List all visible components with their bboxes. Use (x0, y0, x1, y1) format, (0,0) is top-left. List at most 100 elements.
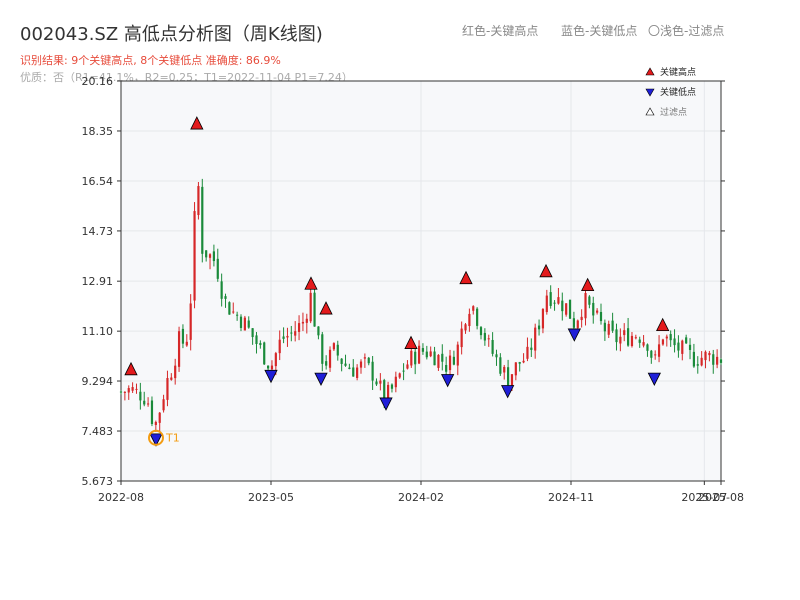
candle-body (201, 186, 204, 254)
candle-body (638, 339, 641, 343)
candle-body (615, 329, 618, 343)
candle-body (286, 335, 289, 338)
candle-body (483, 332, 486, 341)
candle-body (146, 403, 150, 405)
y-tick-label: 20.16 (82, 75, 114, 88)
candle-body (603, 322, 606, 332)
candle-body (162, 399, 165, 411)
candle-body (673, 338, 676, 346)
candle-body (607, 323, 610, 335)
candle-body (263, 342, 266, 365)
candle-body (464, 324, 467, 331)
candle-body (557, 297, 560, 304)
candle-body (406, 364, 409, 369)
candle-body (634, 337, 637, 339)
candle-body (491, 339, 494, 354)
candle-body (243, 317, 246, 331)
candle-body (410, 350, 413, 366)
candle-body (452, 356, 456, 365)
candle-body (402, 370, 405, 372)
candle-body (189, 303, 192, 340)
candle-body (565, 303, 568, 315)
candle-body (317, 326, 320, 336)
candle-body (696, 364, 699, 366)
candle-body (301, 321, 305, 324)
candle-body (216, 258, 219, 279)
candle-body (270, 365, 274, 370)
candle-body (158, 412, 161, 423)
candle-body (700, 357, 703, 366)
candle-body (650, 350, 653, 358)
candle-body (398, 373, 401, 378)
candle-body (278, 339, 281, 354)
candle-body (371, 361, 374, 381)
candle-body (472, 306, 475, 311)
candle-body (220, 281, 223, 299)
candle-body (197, 186, 200, 216)
candle-body (367, 357, 370, 364)
candle-body (313, 292, 316, 327)
candle-body (487, 338, 490, 340)
candle-body (143, 400, 146, 405)
y-tick-label: 9.294 (82, 375, 114, 388)
y-tick-label: 11.10 (82, 325, 114, 338)
candle-body (185, 341, 188, 346)
candle-body (592, 302, 595, 316)
candle-body (719, 359, 723, 363)
candle-body (479, 327, 483, 336)
candle-body (348, 367, 351, 369)
y-tick-label: 14.73 (82, 225, 114, 238)
candle-body (692, 351, 696, 367)
candle-body (623, 330, 626, 336)
candle-body (255, 335, 258, 344)
x-tick-label: 2024-11 (548, 491, 594, 504)
candle-body (394, 376, 397, 388)
candle-body (445, 364, 448, 372)
candle-body (414, 351, 417, 365)
candle-body (379, 380, 382, 384)
candle-body (704, 351, 707, 361)
candle-body (441, 353, 444, 362)
candle-body (688, 344, 692, 350)
candle-body (514, 362, 517, 376)
candle-body (553, 302, 556, 304)
candle-body (290, 332, 293, 334)
legend-label: 关键低点 (660, 86, 696, 98)
candle-body (588, 296, 591, 305)
candle-body (251, 328, 254, 338)
candle-body (340, 358, 343, 364)
x-tick-label: 2022-08 (98, 491, 144, 504)
candle-body (232, 311, 235, 313)
candle-body (224, 296, 227, 299)
candle-body (596, 310, 599, 313)
x-tick-label: 2025-08 (698, 491, 744, 504)
candle-body (716, 356, 719, 365)
candle-body (208, 254, 212, 258)
legend-label: 过滤点 (660, 106, 687, 118)
candle-body (549, 292, 552, 306)
candle-body (541, 309, 545, 329)
candle-body (170, 377, 173, 380)
legend-label: 关键高点 (660, 66, 696, 78)
candle-body (174, 365, 177, 379)
y-tick-label: 5.673 (82, 475, 114, 488)
legend-high-icon (645, 67, 655, 76)
candle-body (712, 354, 715, 365)
x-tick-label: 2024-02 (398, 491, 444, 504)
y-tick-label: 18.35 (82, 125, 114, 138)
candle-body (661, 339, 665, 345)
candle-body (425, 351, 428, 358)
candle-body (510, 374, 514, 387)
candle-body (584, 293, 587, 319)
candle-body (177, 331, 181, 367)
candle-body (626, 328, 630, 346)
candle-body (421, 348, 425, 352)
candle-body (476, 308, 479, 326)
candle-body (119, 391, 123, 393)
candle-body (259, 343, 262, 346)
t1-marker-label: T1 (165, 432, 180, 445)
candle-body (468, 313, 471, 327)
candle-body (685, 337, 688, 344)
candle-body (193, 211, 196, 301)
candle-body (154, 421, 157, 426)
